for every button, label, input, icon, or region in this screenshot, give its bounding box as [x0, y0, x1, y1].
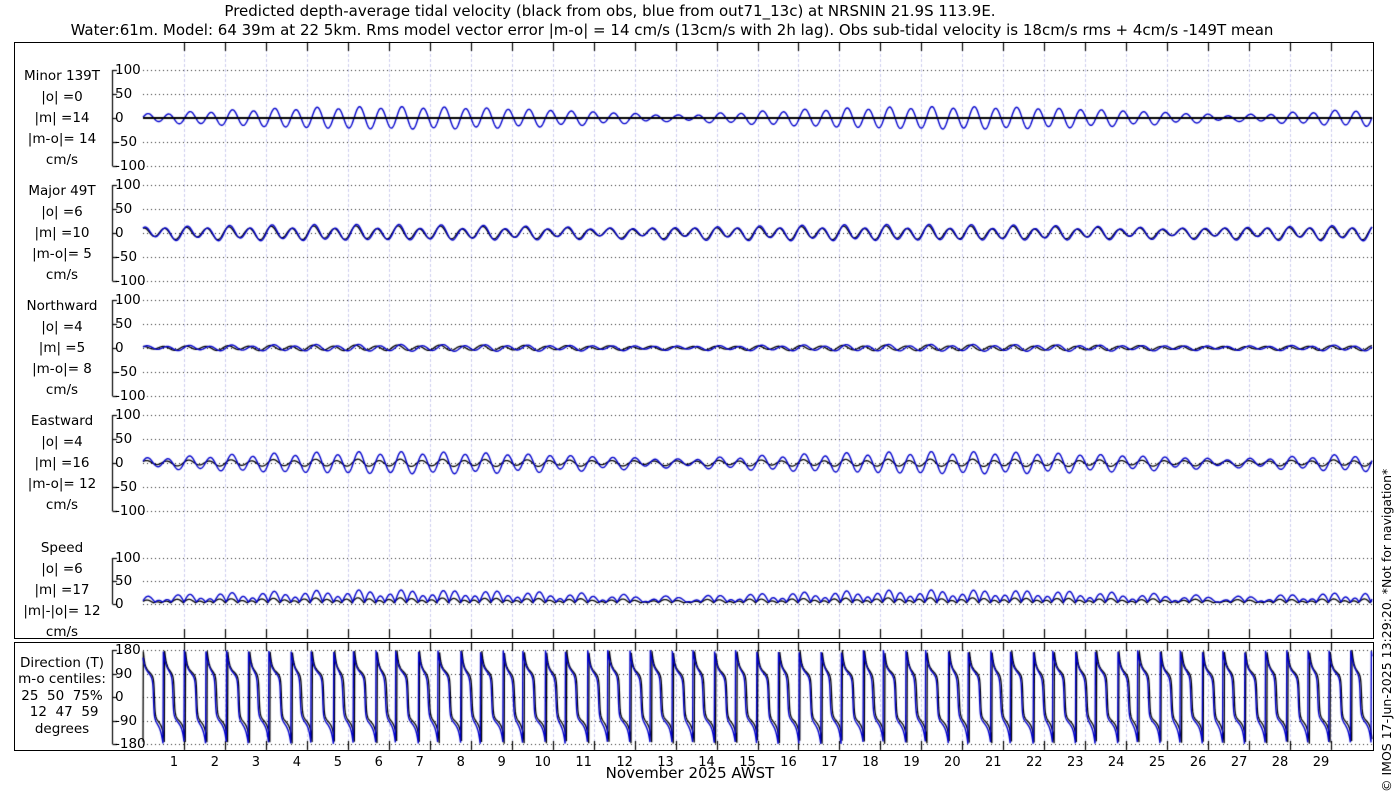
ytick-minor-100: 100: [115, 62, 141, 78]
ytick-direction--180: -180: [115, 736, 146, 752]
ytick-eastward--100: -100: [115, 503, 146, 519]
panel-label-line: m-o centiles:: [18, 671, 106, 688]
ytick-minor-0: 0: [115, 110, 124, 126]
panel-label-line: 12 47 59: [25, 704, 99, 721]
ytick-direction-0: 0: [115, 689, 124, 705]
ytick-major--50: -50: [115, 249, 138, 265]
ytick-northward-100: 100: [115, 292, 141, 308]
tidal-velocity-report: { "title": { "line1": "Predicted depth-a…: [0, 0, 1400, 800]
panel-label-line: |m| =14: [34, 109, 90, 126]
panel-label-line: |m|-|o|= 12: [23, 602, 101, 619]
panel-label-direction: Direction (T) m-o centiles: 25 50 75% 12 4…: [10, 655, 114, 738]
ytick-direction--90: -90: [115, 712, 138, 729]
panel-label-line: |o| =6: [41, 560, 83, 577]
ytick-eastward-50: 50: [115, 431, 133, 447]
ytick-major-100: 100: [115, 177, 141, 193]
panel-label-line: 25 50 75%: [21, 687, 103, 704]
panel-label-line: Eastward: [30, 412, 94, 429]
panel-label-line: |m-o|= 14: [27, 130, 97, 147]
panel-label-line: |m| =17: [34, 581, 90, 598]
panel-label-line: degrees: [34, 720, 90, 737]
panel-label-line: Speed: [40, 539, 84, 556]
panel-label-line: Direction (T): [19, 654, 105, 671]
panel-label-speed: Speed |o| =6 |m| =17 |m|-|o|= 12 cm/s: [10, 538, 114, 643]
panel-label-line: cm/s: [45, 623, 79, 640]
ytick-minor--100: -100: [115, 158, 146, 174]
ytick-major--100: -100: [115, 273, 146, 289]
panel-label-line: |o| =4: [41, 318, 83, 335]
ytick-eastward-0: 0: [115, 455, 124, 471]
ytick-speed-0: 0: [115, 596, 124, 612]
ytick-major-0: 0: [115, 225, 124, 241]
panel-label-eastward: Eastward |o| =4 |m| =16 |m-o|= 12 cm/s: [10, 411, 114, 516]
plot-title-line2: Water:61m. Model: 64 39m at 22 5km. Rms …: [70, 21, 1274, 39]
panel-label-line: |o| =4: [41, 433, 83, 450]
ytick-speed-50: 50: [115, 573, 133, 589]
ytick-major-50: 50: [115, 201, 133, 217]
panel-label-line: |m| =10: [34, 224, 90, 241]
ytick-direction-180: 180: [115, 642, 141, 658]
panel-label-line: cm/s: [45, 381, 79, 398]
ytick-northward--100: -100: [115, 388, 146, 404]
panel-label-line: |m-o|= 8: [32, 360, 92, 377]
panel-label-northward: Northward |o| =4 |m| =5 |m-o|= 8 cm/s: [10, 296, 114, 401]
panel-label-line: |m| =5: [38, 339, 86, 356]
panel-label-line: Minor 139T: [23, 67, 101, 84]
panel-label-line: cm/s: [45, 151, 79, 168]
panel-label-line: |o| =6: [41, 203, 83, 220]
direction-panel-frame: [14, 642, 1374, 751]
ytick-minor-50: 50: [115, 86, 133, 102]
imos-watermark: © IMOS 17-Jun-2025 13:29:20. *Not for na…: [1379, 468, 1394, 792]
velocity-panels-frame: [14, 42, 1374, 639]
panel-label-minor: Minor 139T |o| =0 |m| =14 |m-o|= 14 cm/s: [10, 66, 114, 171]
panel-label-line: cm/s: [45, 496, 79, 513]
panel-label-line: |m| =16: [34, 454, 90, 471]
ytick-eastward--50: -50: [115, 479, 138, 495]
plot-title-line1: Predicted depth-average tidal velocity (…: [224, 2, 996, 20]
panel-label-line: |m-o|= 12: [27, 475, 97, 492]
panel-label-line: cm/s: [45, 266, 79, 283]
panel-label-major: Major 49T |o| =6 |m| =10 |m-o|= 5 cm/s: [10, 181, 114, 286]
ytick-direction-90: 90: [115, 665, 133, 682]
x-axis-month-label: November 2025 AWST: [605, 764, 775, 782]
ytick-minor--50: -50: [115, 134, 138, 150]
ytick-northward-0: 0: [115, 340, 124, 356]
panel-label-line: Major 49T: [28, 182, 96, 199]
ytick-eastward-100: 100: [115, 407, 141, 423]
panel-label-line: |o| =0: [41, 88, 83, 105]
panel-label-line: |m-o|= 5: [32, 245, 92, 262]
panel-label-line: Northward: [26, 297, 98, 314]
ytick-northward-50: 50: [115, 316, 133, 332]
ytick-speed-100: 100: [115, 550, 141, 566]
ytick-northward--50: -50: [115, 364, 138, 380]
